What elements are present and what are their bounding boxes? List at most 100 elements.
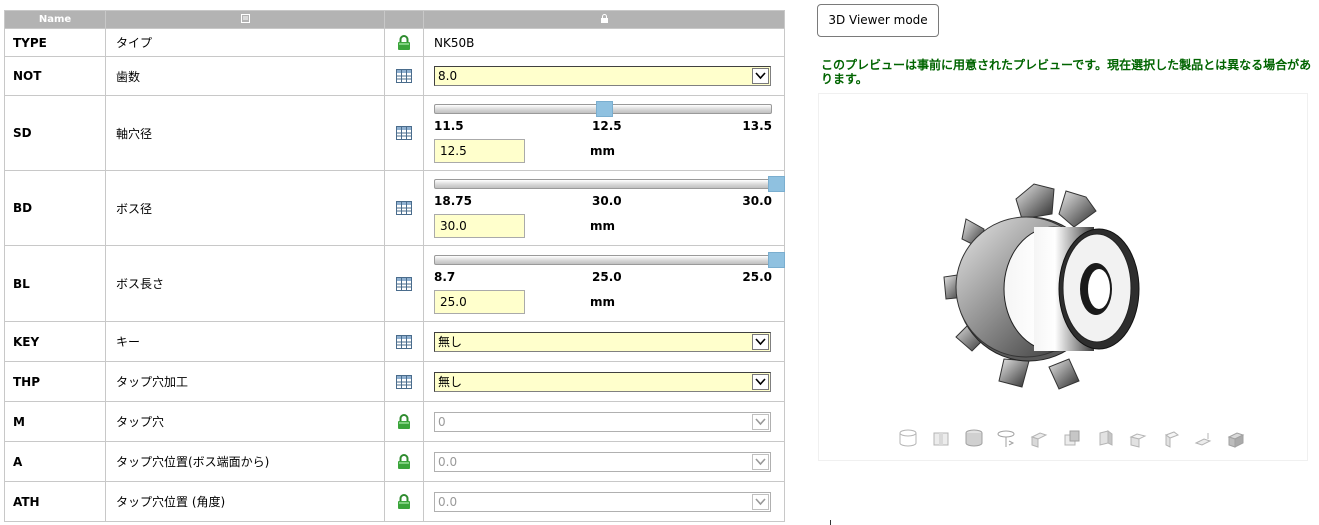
slider-max-label: 13.5 — [742, 119, 772, 133]
tap-hole-select[interactable]: 0 — [434, 411, 771, 432]
lock-icon — [398, 414, 410, 429]
unit-label: mm — [590, 294, 616, 309]
preview-notice: このプレビューは事前に用意されたプレビューです。現在選択した製品とは異なる場合が… — [821, 58, 1312, 86]
select-value: 無し — [438, 374, 463, 389]
param-name: NOT — [4, 56, 106, 96]
slider-mid-label: 30.0 — [592, 194, 622, 208]
param-description: タップ穴位置(ボス端面から) — [105, 441, 385, 482]
table-row-m: M タップ穴 0 — [4, 401, 785, 442]
select-value: 8.0 — [438, 69, 458, 83]
param-name: TYPE — [4, 28, 106, 57]
view-iso-icon[interactable] — [897, 427, 919, 449]
select-value: 0.0 — [438, 494, 458, 509]
table-icon[interactable] — [396, 201, 412, 216]
table-icon[interactable] — [396, 276, 412, 291]
table-row-not: NOT 歯数 8.0 — [4, 56, 785, 96]
teeth-count-select[interactable]: 8.0 — [434, 66, 771, 86]
header-value — [423, 10, 785, 29]
chevron-down-icon[interactable] — [752, 493, 769, 510]
table-icon[interactable] — [396, 126, 412, 141]
param-name: BL — [4, 245, 106, 322]
param-name: KEY — [4, 321, 106, 362]
view-left-icon[interactable] — [1160, 427, 1182, 449]
table-row-thp: THP タップ穴加工 無し — [4, 361, 785, 402]
slider-mid-label: 25.0 — [592, 269, 622, 284]
slider-track[interactable] — [434, 254, 772, 265]
3d-viewer-mode-button[interactable]: 3D Viewer mode — [817, 4, 939, 37]
header-name: Name — [4, 10, 106, 29]
key-select[interactable]: 無し — [434, 331, 771, 352]
header-icon-column — [384, 10, 424, 29]
param-description: ボス長さ — [105, 245, 385, 322]
view-back-icon[interactable] — [1127, 427, 1149, 449]
tap-hole-angle-select[interactable]: 0.0 — [434, 491, 771, 512]
rotate-icon[interactable] — [995, 427, 1017, 449]
preview-panel[interactable] — [818, 93, 1308, 461]
slider-min-label: 18.75 — [434, 194, 472, 208]
slider-min-label: 8.7 — [434, 269, 456, 284]
chevron-down-icon[interactable] — [752, 453, 769, 470]
header-description — [105, 10, 385, 29]
type-value: NK50B — [434, 35, 475, 50]
view-cylinder-icon[interactable] — [963, 427, 985, 449]
slider-max-label: 30.0 — [742, 194, 772, 208]
parameter-table: Name TYPE タイプ NK50B NOT 歯数 8.0 SD 軸穴径 11… — [4, 10, 785, 522]
view-solid-icon[interactable] — [1225, 427, 1247, 449]
param-name: BD — [4, 170, 106, 246]
param-name: M — [4, 401, 106, 442]
chevron-down-icon[interactable] — [752, 413, 769, 430]
slider-mid-label: 12.5 — [592, 119, 622, 133]
table-row-bd: BD ボス径 18.75 30.0 30.0 30.0 mm — [4, 170, 785, 246]
tap-hole-processing-select[interactable]: 無し — [434, 371, 771, 392]
select-value: 無し — [438, 334, 463, 349]
boss-diameter-input[interactable]: 30.0 — [434, 214, 525, 238]
select-value: 0 — [438, 414, 446, 429]
table-row-sd: SD 軸穴径 11.5 12.5 13.5 12.5 mm — [4, 95, 785, 171]
boss-diameter-slider[interactable]: 18.75 30.0 30.0 — [434, 176, 785, 212]
param-description: 軸穴径 — [105, 95, 385, 171]
lock-header-icon — [600, 13, 608, 23]
tap-hole-position-select[interactable]: 0.0 — [434, 451, 771, 472]
slider-max-label: 25.0 — [742, 269, 772, 284]
slider-handle[interactable] — [595, 101, 613, 117]
table-icon[interactable] — [396, 374, 412, 389]
boss-length-slider[interactable]: 8.7 25.0 25.0 — [434, 251, 785, 288]
shaft-bore-slider[interactable]: 11.5 12.5 13.5 — [434, 101, 774, 137]
boss-length-input[interactable]: 25.0 — [434, 289, 525, 314]
view-toolbar — [897, 427, 1254, 449]
chevron-down-icon[interactable] — [752, 333, 769, 350]
slider-track[interactable] — [434, 179, 772, 189]
chevron-down-icon[interactable] — [752, 373, 769, 390]
view-side-icon[interactable] — [1061, 427, 1083, 449]
table-header: Name — [4, 10, 785, 29]
view-bottom-icon[interactable] — [1192, 427, 1214, 449]
slider-handle[interactable] — [768, 251, 785, 268]
param-description: キー — [105, 321, 385, 362]
table-row-key: KEY キー 無し — [4, 321, 785, 362]
table-row-ath: ATH タップ穴位置 (角度) 0.0 — [4, 481, 785, 522]
lock-icon — [398, 35, 410, 50]
unit-label: mm — [590, 219, 616, 233]
param-description: タイプ — [105, 28, 385, 57]
param-name: A — [4, 441, 106, 482]
slider-handle[interactable] — [768, 176, 785, 192]
table-row-a: A タップ穴位置(ボス端面から) 0.0 — [4, 441, 785, 482]
table-icon[interactable] — [396, 69, 412, 84]
view-top-icon[interactable] — [1028, 427, 1050, 449]
param-description: 歯数 — [105, 56, 385, 96]
param-name: ATH — [4, 481, 106, 522]
lock-icon — [398, 454, 410, 469]
param-description: タップ穴 — [105, 401, 385, 442]
chevron-down-icon[interactable] — [752, 68, 769, 84]
table-icon[interactable] — [396, 334, 412, 349]
shaft-bore-input[interactable]: 12.5 — [434, 139, 525, 163]
param-description: タップ穴加工 — [105, 361, 385, 402]
view-front-icon[interactable] — [930, 427, 952, 449]
view-right-icon[interactable] — [1094, 427, 1116, 449]
param-description: ボス径 — [105, 170, 385, 246]
divider-mark — [830, 520, 831, 525]
table-row-type: TYPE タイプ NK50B — [4, 28, 785, 57]
param-name: SD — [4, 95, 106, 171]
param-name: THP — [4, 361, 106, 402]
param-description: タップ穴位置 (角度) — [105, 481, 385, 522]
